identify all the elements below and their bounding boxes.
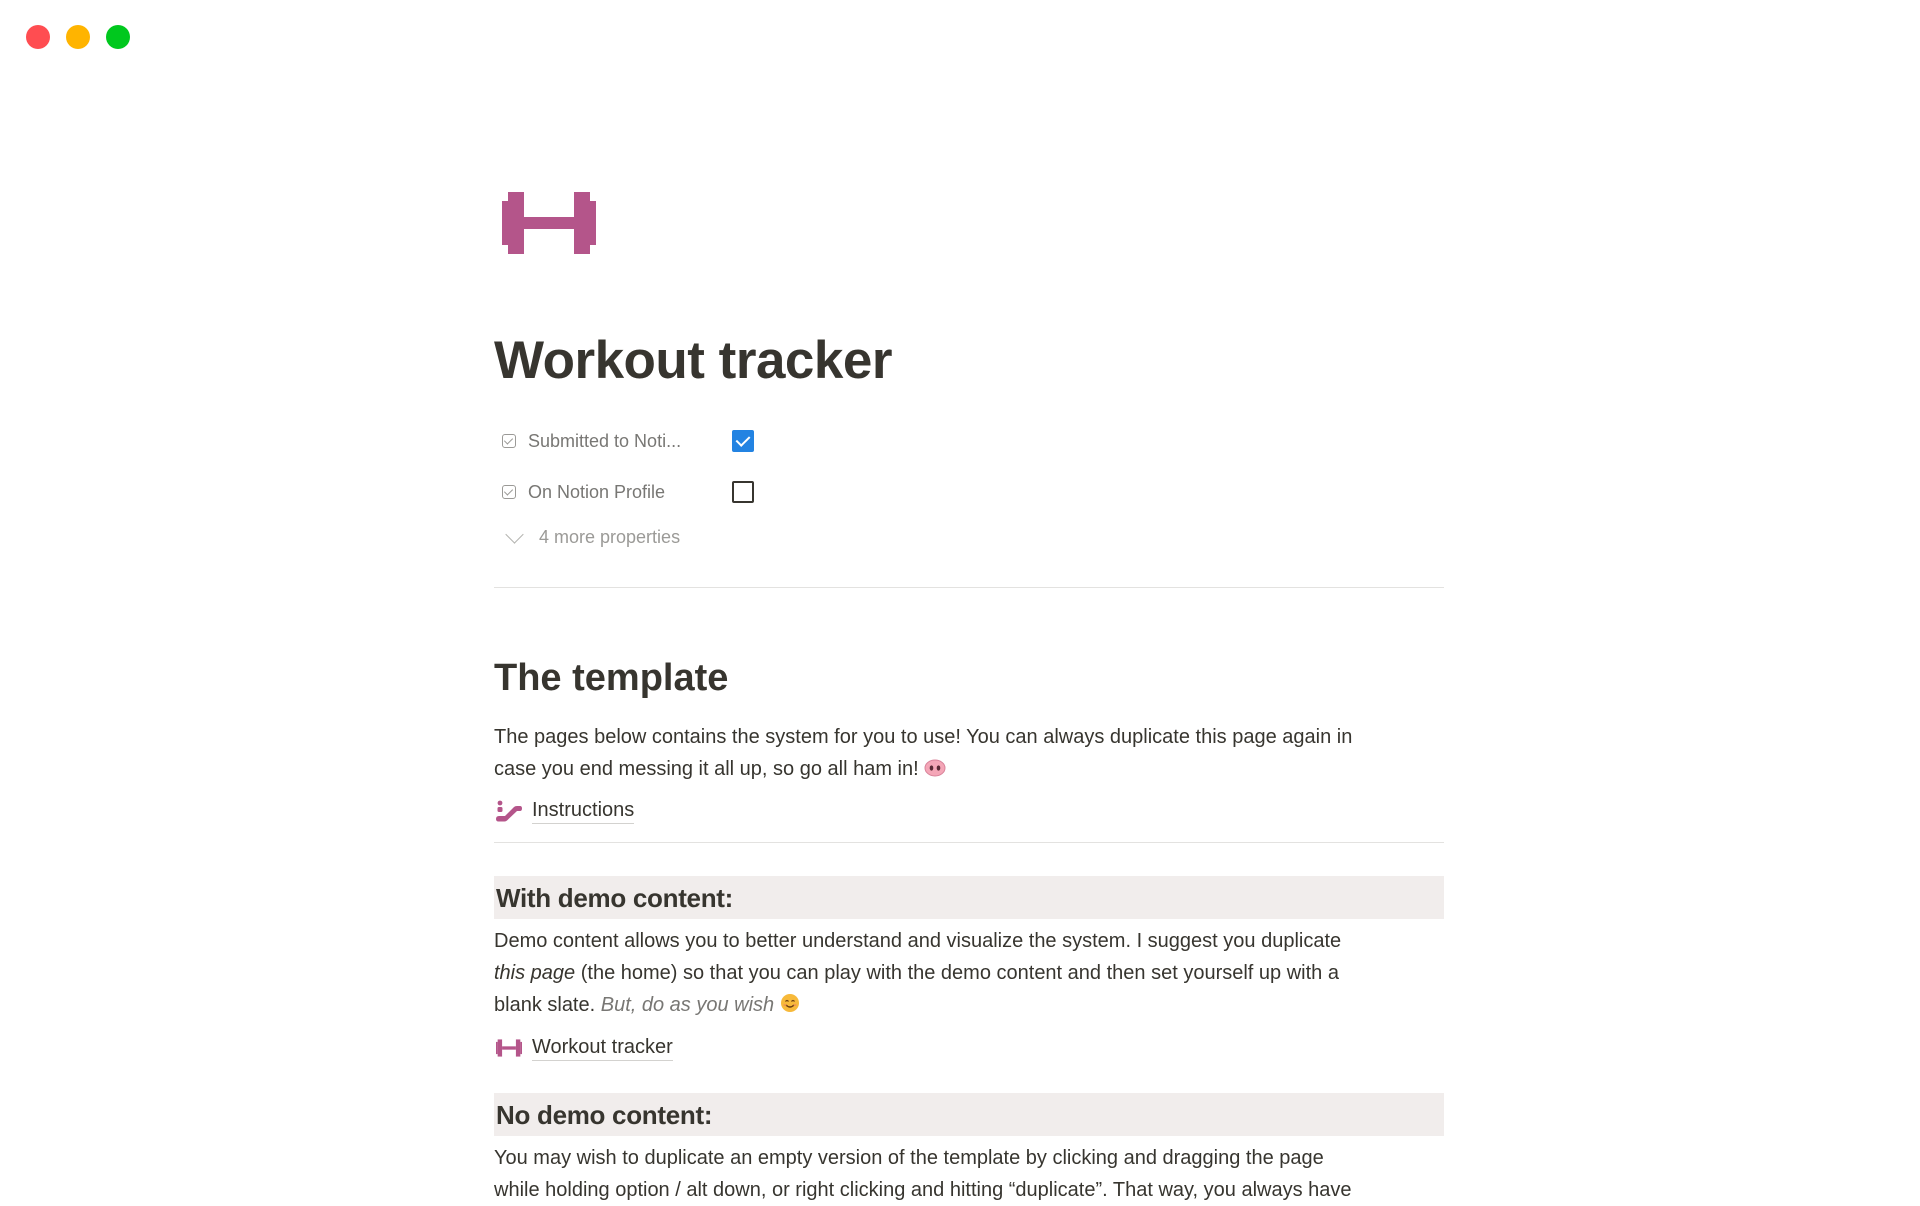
text-line: You may wish to duplicate an empty versi… <box>494 1147 1324 1169</box>
italic-muted-text: But, do as you wish <box>600 994 775 1016</box>
zoom-window-button[interactable] <box>106 25 130 49</box>
heading-the-template[interactable]: The template <box>494 657 728 700</box>
page-title[interactable]: Workout tracker <box>494 330 892 391</box>
workout-tracker-link-label: Workout tracker <box>532 1034 673 1061</box>
demo-paragraph[interactable]: Demo content allows you to better unders… <box>494 925 1444 1023</box>
window-controls <box>26 25 130 49</box>
more-properties-label: 4 more properties <box>539 527 681 547</box>
checkbox-property-icon <box>502 485 516 499</box>
heading-with-demo-content[interactable]: With demo content: <box>494 876 1444 919</box>
text-line: case you end messing it all up, so go al… <box>494 758 919 780</box>
divider <box>494 842 1444 843</box>
instructions-link-label: Instructions <box>532 797 635 824</box>
property-submitted: Submitted to Noti... <box>502 424 1102 458</box>
text-line: Demo content allows you to better unders… <box>494 930 1342 952</box>
heading-text: With demo content: <box>496 883 734 913</box>
text-line: The pages below contains the system for … <box>494 726 1353 748</box>
italic-text: this page <box>494 962 576 984</box>
template-paragraph[interactable]: The pages below contains the system for … <box>494 721 1444 787</box>
divider <box>494 587 1444 588</box>
property-on-profile: On Notion Profile <box>502 475 1102 509</box>
on-profile-checkbox[interactable] <box>732 481 754 503</box>
close-window-button[interactable] <box>26 25 50 49</box>
minimize-window-button[interactable] <box>66 25 90 49</box>
no-demo-paragraph[interactable]: You may wish to duplicate an empty versi… <box>494 1142 1444 1206</box>
more-properties-toggle[interactable]: 4 more properties <box>502 525 681 548</box>
text-line: blank slate. <box>494 994 601 1016</box>
text-line: (the home) so that you can play with the… <box>575 962 1339 984</box>
smiling-face-icon <box>780 991 800 1023</box>
heading-no-demo-content[interactable]: No demo content: <box>494 1093 1444 1136</box>
property-name[interactable]: On Notion Profile <box>502 482 732 503</box>
property-name[interactable]: Submitted to Noti... <box>502 431 732 452</box>
heading-text: No demo content: <box>496 1100 713 1130</box>
workout-tracker-link[interactable]: Workout tracker <box>494 1034 673 1061</box>
dumbbell-icon <box>494 1035 524 1061</box>
property-label: Submitted to Noti... <box>528 430 682 451</box>
instructions-link[interactable]: Instructions <box>494 797 635 824</box>
pig-nose-icon <box>924 755 946 787</box>
chevron-down-icon <box>505 525 524 544</box>
property-label: On Notion Profile <box>528 481 666 502</box>
escalator-icon <box>494 798 524 824</box>
checkbox-property-icon <box>502 434 516 448</box>
text-line: while holding option / alt down, or righ… <box>494 1179 1352 1201</box>
dumbbell-icon[interactable] <box>502 192 596 254</box>
submitted-checkbox[interactable] <box>732 430 754 452</box>
